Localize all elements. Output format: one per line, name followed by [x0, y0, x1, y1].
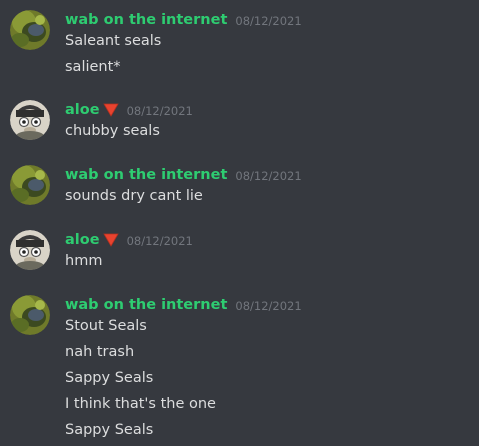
green-avatar-icon — [10, 10, 50, 50]
timestamp: 08/12/2021 — [235, 299, 302, 313]
message-header: wab on the internet 08/12/2021 — [65, 9, 302, 31]
message-header: aloe 08/12/2021 — [65, 99, 193, 121]
user-avatar[interactable] — [10, 100, 50, 140]
message-header: wab on the internet 08/12/2021 — [65, 164, 302, 186]
message-text: I think that's the one — [65, 396, 216, 412]
chat-messages: wab on the internet 08/12/2021 Saleant s… — [0, 0, 479, 446]
user-avatar[interactable] — [10, 230, 50, 270]
username[interactable]: wab on the internet — [65, 167, 227, 183]
message-text: salient* — [65, 59, 121, 75]
green-avatar-icon — [10, 165, 50, 205]
message-text: hmm — [65, 253, 103, 269]
aloe-avatar-icon — [10, 230, 50, 270]
user-avatar[interactable] — [10, 10, 50, 50]
message-text: Sappy Seals — [65, 422, 154, 438]
message-text: Sappy Seals — [65, 370, 154, 386]
message-text: Stout Seals — [65, 318, 147, 334]
user-avatar[interactable] — [10, 295, 50, 335]
green-avatar-icon — [10, 295, 50, 335]
aloe-avatar-icon — [10, 100, 50, 140]
red-triangle-icon — [102, 232, 119, 248]
message-text: nah trash — [65, 344, 135, 360]
message-header: wab on the internet 08/12/2021 — [65, 294, 302, 316]
timestamp: 08/12/2021 — [126, 104, 193, 118]
username[interactable]: wab on the internet — [65, 297, 227, 313]
user-avatar[interactable] — [10, 165, 50, 205]
username[interactable]: wab on the internet — [65, 12, 227, 28]
red-triangle-icon — [102, 102, 119, 118]
username[interactable]: aloe — [65, 102, 100, 118]
username[interactable]: aloe — [65, 232, 100, 248]
timestamp: 08/12/2021 — [126, 234, 193, 248]
message-text: sounds dry cant lie — [65, 188, 203, 204]
message-text: chubby seals — [65, 123, 160, 139]
timestamp: 08/12/2021 — [235, 169, 302, 183]
message-header: aloe 08/12/2021 — [65, 229, 193, 251]
timestamp: 08/12/2021 — [235, 14, 302, 28]
message-text: Saleant seals — [65, 33, 162, 49]
